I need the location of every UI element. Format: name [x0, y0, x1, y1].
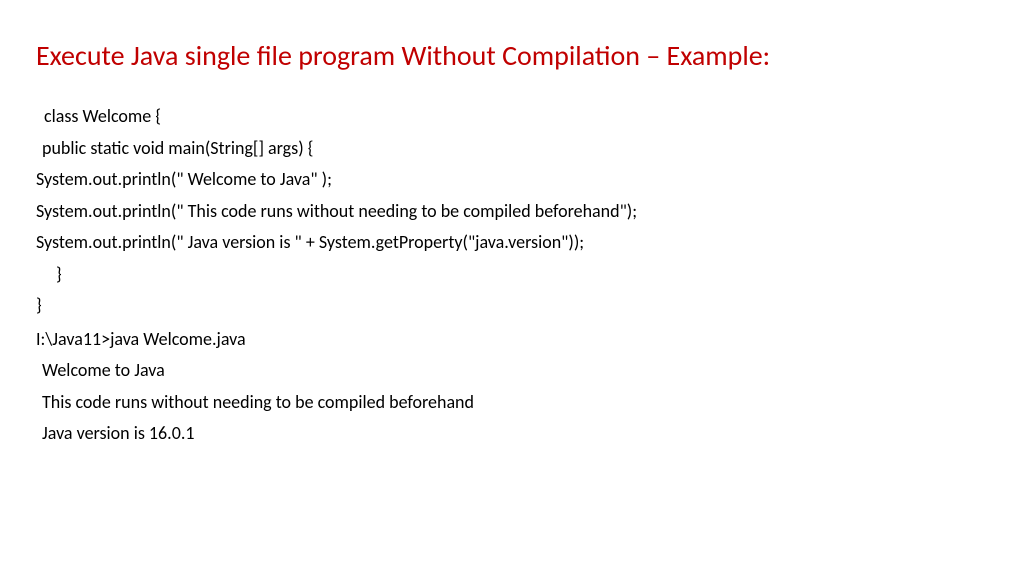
- output-line: I:\Java11>java Welcome.java: [36, 324, 988, 356]
- code-line: }: [36, 290, 988, 322]
- code-line: System.out.println(" Java version is " +…: [36, 227, 988, 259]
- output-line: Java version is 16.0.1: [36, 418, 988, 450]
- page-title: Execute Java single file program Without…: [36, 38, 988, 73]
- output-line: Welcome to Java: [36, 355, 988, 387]
- code-line: public static void main(String[] args) {: [36, 133, 988, 165]
- code-line: }: [36, 259, 988, 291]
- code-line: class Welcome {: [36, 101, 988, 133]
- output-line: This code runs without needing to be com…: [36, 387, 988, 419]
- code-line: System.out.println(" This code runs with…: [36, 196, 988, 228]
- code-line: System.out.println(" Welcome to Java" );: [36, 164, 988, 196]
